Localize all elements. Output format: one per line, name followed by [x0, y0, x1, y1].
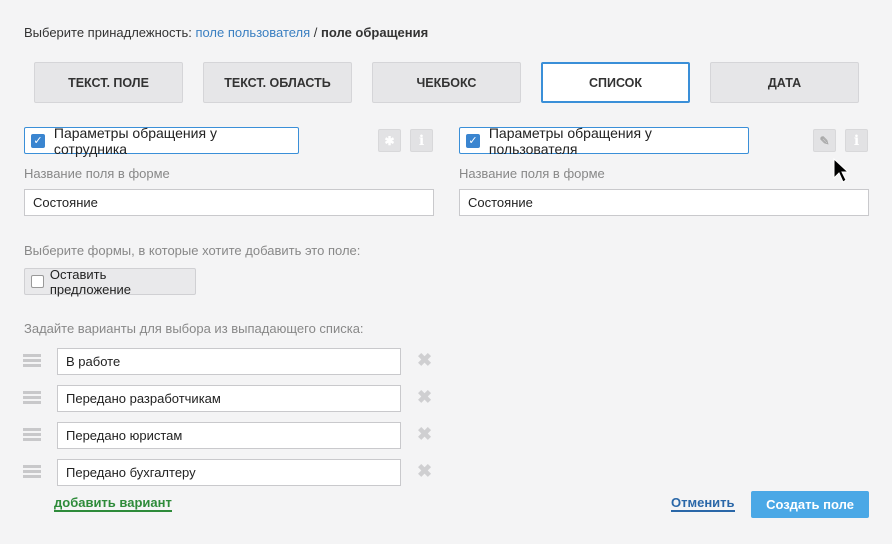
drag-handle-icon[interactable]: [23, 465, 41, 480]
checkbox-unchecked-icon: [31, 275, 44, 288]
right-field-label: Название поля в форме: [459, 166, 605, 181]
info-icon[interactable]: i: [845, 129, 868, 152]
tab-list[interactable]: СПИСОК: [541, 62, 690, 103]
tab-text-field[interactable]: ТЕКСТ. ПОЛЕ: [34, 62, 183, 103]
options-label: Задайте варианты для выбора из выпадающе…: [24, 321, 364, 336]
breadcrumb-link[interactable]: поле пользователя: [195, 25, 310, 40]
tab-text-area[interactable]: ТЕКСТ. ОБЛАСТЬ: [203, 62, 352, 103]
drag-handle-icon[interactable]: [23, 391, 41, 406]
asterisk-icon[interactable]: ✱: [378, 129, 401, 152]
breadcrumb-sep: /: [310, 25, 322, 40]
add-option-link[interactable]: добавить вариант: [54, 496, 172, 512]
remove-icon[interactable]: ✖: [417, 461, 432, 482]
left-field-label: Название поля в форме: [24, 166, 170, 181]
remove-icon[interactable]: ✖: [417, 424, 432, 445]
form-option-label: Оставить предложение: [49, 266, 132, 297]
checkbox-label: Параметры обращения у сотрудника: [53, 124, 217, 157]
tab-checkbox[interactable]: ЧЕКБОКС: [372, 62, 521, 103]
checkbox-checked-icon: ✓: [31, 133, 45, 148]
tab-date[interactable]: ДАТА: [710, 62, 859, 103]
option-input[interactable]: Передано бухгалтеру: [57, 459, 401, 486]
user-params-checkbox[interactable]: ✓ Параметры обращения у пользователя: [459, 124, 749, 157]
checkbox-label: Параметры обращения у пользователя: [488, 124, 652, 157]
right-field-name-input[interactable]: Состояние: [459, 189, 869, 216]
mouse-cursor-icon: [833, 158, 849, 183]
option-input[interactable]: Передано разработчикам: [57, 385, 401, 412]
breadcrumb-prefix: Выберите принадлежность:: [24, 25, 192, 40]
drag-handle-icon[interactable]: [23, 354, 41, 369]
breadcrumb: Выберите принадлежность: поле пользовате…: [24, 25, 428, 40]
drag-handle-icon[interactable]: [23, 428, 41, 443]
info-icon[interactable]: i: [410, 129, 433, 152]
employee-params-checkbox[interactable]: ✓ Параметры обращения у сотрудника: [24, 124, 299, 157]
forms-label: Выберите формы, в которые хотите добавит…: [24, 243, 361, 258]
remove-icon[interactable]: ✖: [417, 387, 432, 408]
pencil-icon[interactable]: ✎: [813, 129, 836, 152]
cancel-link[interactable]: Отменить: [671, 496, 735, 512]
option-input[interactable]: В работе: [57, 348, 401, 375]
remove-icon[interactable]: ✖: [417, 350, 432, 371]
checkbox-checked-icon: ✓: [466, 133, 480, 148]
left-field-name-input[interactable]: Состояние: [24, 189, 434, 216]
create-field-button[interactable]: Создать поле: [751, 491, 869, 518]
option-input[interactable]: Передано юристам: [57, 422, 401, 449]
breadcrumb-current: поле обращения: [321, 25, 429, 40]
form-option-checkbox[interactable]: Оставить предложение: [24, 266, 196, 297]
